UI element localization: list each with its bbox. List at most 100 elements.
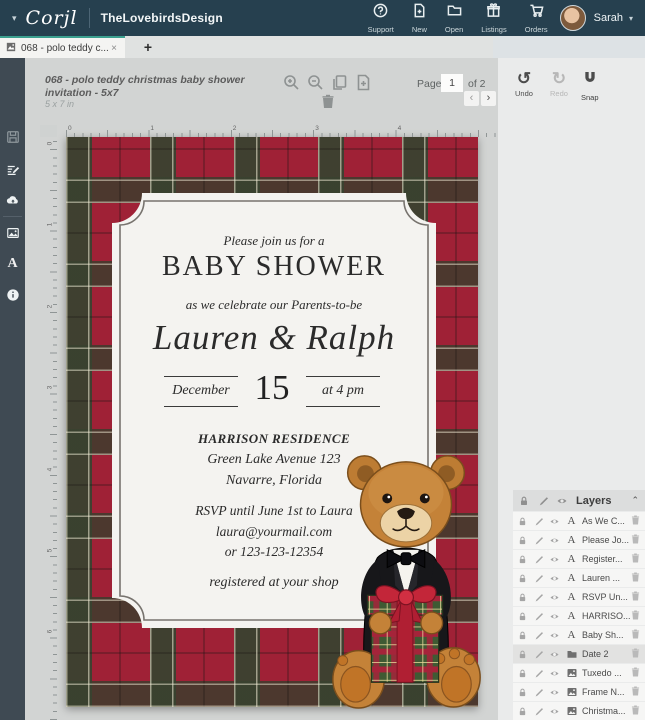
nav-orders[interactable]: Orders (525, 3, 548, 34)
layer-row[interactable]: A Please Jo... (513, 531, 645, 549)
text-panel-button[interactable]: A (0, 256, 25, 272)
edit-document-button[interactable] (0, 163, 25, 182)
menu-caret-icon[interactable]: ▾ (12, 13, 17, 24)
add-page-button[interactable] (355, 74, 372, 96)
layer-name[interactable]: Tuxedo ... (582, 668, 631, 678)
layer-visibility-icon[interactable] (550, 555, 559, 564)
layers-collapse-icon[interactable]: ⌃ (631, 495, 639, 506)
layer-delete-icon[interactable] (631, 512, 640, 530)
previous-page-button[interactable]: ‹ (464, 91, 479, 106)
text-layer-time[interactable]: at 4 pm (306, 383, 380, 399)
layer-lock-icon[interactable] (518, 631, 527, 640)
images-panel-button[interactable] (0, 226, 25, 245)
layer-delete-icon[interactable] (631, 702, 640, 720)
layer-visibility-icon[interactable] (550, 574, 559, 583)
layer-lock-icon[interactable] (518, 593, 527, 602)
layer-edit-icon[interactable] (534, 669, 543, 678)
tab-active-document[interactable]: 068 - polo teddy c... × (0, 36, 125, 58)
layer-visibility-icon[interactable] (550, 650, 559, 659)
layer-edit-icon[interactable] (534, 707, 543, 716)
layer-delete-icon[interactable] (631, 607, 640, 625)
layer-delete-icon[interactable] (631, 569, 640, 587)
layer-delete-icon[interactable] (631, 626, 640, 644)
layer-name[interactable]: Date 2 (582, 649, 631, 659)
text-layer-venue[interactable]: HARRISON RESIDENCE (112, 431, 436, 447)
redo-button[interactable]: ↻ Redo (550, 70, 568, 98)
user-menu-caret-icon[interactable]: ▾ (629, 14, 633, 23)
layer-lock-icon[interactable] (518, 574, 527, 583)
nav-support[interactable]: Support (368, 3, 394, 34)
layer-delete-icon[interactable] (631, 588, 640, 606)
layer-name[interactable]: Lauren ... (582, 573, 631, 583)
layer-edit-icon[interactable] (534, 688, 543, 697)
text-layer-month[interactable]: December (164, 383, 238, 399)
snap-button[interactable]: Snap (581, 70, 599, 102)
nav-open[interactable]: Open (445, 3, 463, 34)
layer-edit-icon[interactable] (534, 650, 543, 659)
tab-close-icon[interactable]: × (109, 43, 119, 54)
layer-edit-icon[interactable] (534, 593, 543, 602)
layer-row[interactable]: Date 2 (513, 645, 645, 663)
layer-lock-icon[interactable] (518, 612, 527, 621)
layer-row[interactable]: A As We C... (513, 512, 645, 530)
layer-visibility-icon[interactable] (550, 707, 559, 716)
layer-name[interactable]: Register... (582, 554, 631, 564)
layer-name[interactable]: Baby Sh... (582, 630, 631, 640)
visibility-all-icon[interactable] (557, 496, 567, 506)
nav-new[interactable]: New (412, 3, 427, 34)
layer-row[interactable]: A RSVP Un... (513, 588, 645, 606)
layer-edit-icon[interactable] (534, 536, 543, 545)
layer-visibility-icon[interactable] (550, 593, 559, 602)
layer-edit-icon[interactable] (534, 612, 543, 621)
layer-lock-icon[interactable] (518, 707, 527, 716)
layer-lock-icon[interactable] (518, 669, 527, 678)
layer-edit-icon[interactable] (534, 631, 543, 640)
nav-listings[interactable]: Listings (481, 3, 506, 34)
lock-all-icon[interactable] (519, 496, 529, 506)
layer-name[interactable]: RSVP Un... (582, 592, 631, 602)
text-layer-as-we-celebrate[interactable]: as we celebrate our Parents-to-be (112, 297, 436, 313)
layer-visibility-icon[interactable] (550, 688, 559, 697)
layer-visibility-icon[interactable] (550, 517, 559, 526)
tab-add-button[interactable]: + (138, 37, 158, 57)
layer-delete-icon[interactable] (631, 683, 640, 701)
layers-panel-header[interactable]: Layers ⌃ (513, 490, 645, 511)
next-page-button[interactable]: › (481, 91, 496, 106)
invitation-canvas[interactable]: Please join us for a BABY SHOWER as we c… (66, 137, 478, 707)
layer-visibility-icon[interactable] (550, 631, 559, 640)
layer-lock-icon[interactable] (518, 650, 527, 659)
layer-visibility-icon[interactable] (550, 612, 559, 621)
layer-visibility-icon[interactable] (550, 536, 559, 545)
page-number-input[interactable] (441, 74, 463, 92)
layer-edit-icon[interactable] (534, 555, 543, 564)
layer-edit-icon[interactable] (534, 574, 543, 583)
layer-lock-icon[interactable] (518, 555, 527, 564)
cloud-upload-button[interactable] (0, 193, 25, 212)
layer-lock-icon[interactable] (518, 688, 527, 697)
edit-all-icon[interactable] (538, 496, 548, 506)
layer-edit-icon[interactable] (534, 517, 543, 526)
layer-name[interactable]: HARRISO... (582, 611, 631, 621)
layer-name[interactable]: Frame N... (582, 687, 631, 697)
layer-lock-icon[interactable] (518, 536, 527, 545)
layer-row[interactable]: A Register... (513, 550, 645, 568)
layer-name[interactable]: As We C... (582, 516, 631, 526)
delete-page-button[interactable] (321, 94, 335, 114)
zoom-in-button[interactable] (283, 74, 300, 96)
info-button[interactable] (0, 288, 25, 307)
layer-delete-icon[interactable] (631, 550, 640, 568)
layer-visibility-icon[interactable] (550, 669, 559, 678)
copy-page-button[interactable] (331, 74, 348, 96)
layer-delete-icon[interactable] (631, 531, 640, 549)
layer-delete-icon[interactable] (631, 645, 640, 663)
zoom-out-button[interactable] (307, 74, 324, 96)
layer-lock-icon[interactable] (518, 517, 527, 526)
layer-name[interactable]: Please Jo... (582, 535, 631, 545)
layer-row[interactable]: Christma... (513, 702, 645, 720)
layer-delete-icon[interactable] (631, 664, 640, 682)
save-button[interactable] (0, 130, 25, 149)
layer-row[interactable]: A HARRISO... (513, 607, 645, 625)
layer-row[interactable]: Frame N... (513, 683, 645, 701)
text-layer-please-join[interactable]: Please join us for a (112, 233, 436, 249)
text-layer-baby-shower[interactable]: BABY SHOWER (112, 251, 436, 283)
